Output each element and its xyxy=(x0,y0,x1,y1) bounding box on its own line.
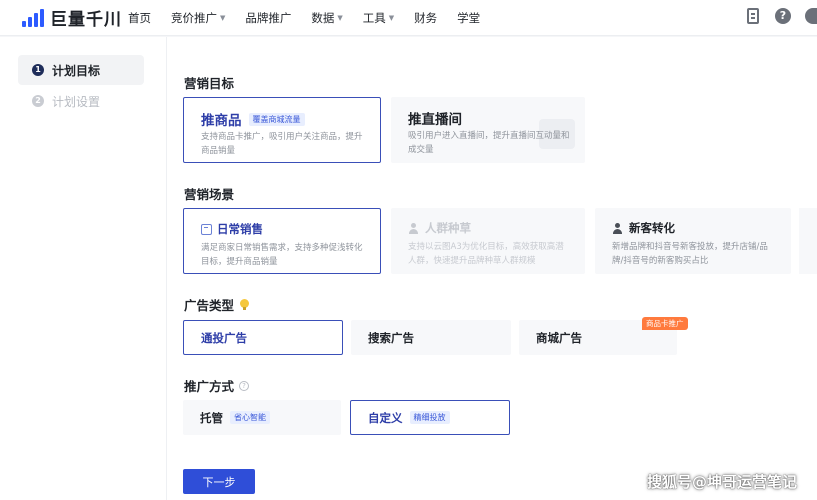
brand-logo[interactable]: 巨量千川 xyxy=(22,5,128,30)
scene-option-audience-seeding: 人群种草 支持以云图A3为优化目标，高效获取高潜人群，快速提升品牌种草人群规模 xyxy=(391,208,585,274)
nav-item-data[interactable]: 数据 ▼ xyxy=(311,10,342,26)
product-card-promo-badge: 商品卡推广 xyxy=(642,317,688,330)
option-description: 支持商品卡推广，吸引用户关注商品，提升商品销量 xyxy=(201,132,363,156)
nav-item-bidding[interactable]: 竞价推广 ▼ xyxy=(171,10,225,26)
goal-option-promote-live-room[interactable]: 推直播间 吸引用户进入直播间，提升直播间互动量和成交量 xyxy=(391,97,585,163)
step-plan-settings[interactable]: 2 计划设置 xyxy=(18,86,144,116)
logo-text: 巨量千川 xyxy=(50,10,122,30)
caret-down-icon: ▼ xyxy=(388,13,395,22)
calendar-icon xyxy=(201,223,212,235)
caret-down-icon: ▼ xyxy=(337,13,343,22)
option-tag: 精细投放 xyxy=(409,411,450,424)
option-title: 推商品 xyxy=(201,113,242,129)
next-scene-card-peek xyxy=(799,208,817,274)
nav-item-brand[interactable]: 品牌推广 xyxy=(245,10,291,26)
main-panel: 营销目标 推商品 覆盖商城流量 支持商品卡推广，吸引用户关注商品，提升商品销量 推… xyxy=(166,37,817,500)
nav-item-home[interactable]: 首页 xyxy=(128,10,151,26)
help-icon[interactable]: ? xyxy=(775,8,791,24)
step-number-badge: 1 xyxy=(32,64,44,76)
scene-option-daily-sales[interactable]: 日常销售 满足商家日常销售需求，支持多种促浅转化目标，提升商品销量 xyxy=(183,208,381,274)
scene-option-new-customer-conversion[interactable]: 新客转化 新增品牌和抖音号新客投放，提升店铺/品牌/抖音号的新客购买占比 xyxy=(595,208,791,274)
document-icon[interactable] xyxy=(747,8,759,24)
option-label: 托管 xyxy=(200,410,223,425)
step-plan-goal[interactable]: 1 计划目标 xyxy=(18,55,144,85)
option-label: 通投广告 xyxy=(201,330,247,345)
nav-item-academy[interactable]: 学堂 xyxy=(457,10,480,26)
step-number-badge: 2 xyxy=(32,95,44,107)
caret-down-icon: ▼ xyxy=(220,13,226,22)
option-title: 推直播间 xyxy=(408,112,462,128)
nav-item-finance[interactable]: 财务 xyxy=(414,10,437,26)
step-label: 计划设置 xyxy=(52,94,101,109)
option-description: 支持以云图A3为优化目标，高效获取高潜人群，快速提升品牌种草人群规模 xyxy=(408,242,564,266)
option-description: 新增品牌和抖音号新客投放，提升店铺/品牌/抖音号的新客购买占比 xyxy=(612,242,768,266)
option-title: 日常销售 xyxy=(217,222,263,236)
bar-chart-logo-icon xyxy=(22,8,44,27)
promo-method-managed[interactable]: 托管 省心智能 xyxy=(183,400,341,435)
option-label: 商城广告 xyxy=(536,330,582,345)
option-tag: 覆盖商城流量 xyxy=(248,112,305,126)
avatar-icon[interactable] xyxy=(805,8,817,24)
top-navigation-bar: 巨量千川 首页 竞价推广 ▼ 品牌推广 数据 ▼ 工具 ▼ 财务 学堂 ? xyxy=(0,0,817,36)
option-label: 自定义 xyxy=(368,410,403,425)
ad-type-search-ads[interactable]: 搜索广告 xyxy=(351,320,511,355)
nav-item-tools[interactable]: 工具 ▼ xyxy=(363,10,394,26)
section-title-promo-method: 推广方式? xyxy=(184,376,250,395)
option-description: 满足商家日常销售需求，支持多种促浅转化目标，提升商品销量 xyxy=(201,243,363,267)
section-title-marketing-scene: 营销场景 xyxy=(184,187,235,202)
option-tag: 省心智能 xyxy=(230,411,270,424)
section-title-marketing-goal: 营销目标 xyxy=(184,76,235,91)
step-sidebar: 1 计划目标 2 计划设置 xyxy=(0,37,166,500)
option-description: 吸引用户进入直播间，提升直播间互动量和成交量 xyxy=(408,131,570,155)
main-nav: 首页 竞价推广 ▼ 品牌推广 数据 ▼ 工具 ▼ 财务 学堂 xyxy=(128,10,500,26)
section-title-ad-type: 广告类型 xyxy=(184,295,250,314)
watermark-text: 搜狐号@坤哥运营笔记 xyxy=(646,473,797,491)
goal-option-promote-product[interactable]: 推商品 覆盖商城流量 支持商品卡推广，吸引用户关注商品，提升商品销量 xyxy=(183,97,381,163)
option-label: 搜索广告 xyxy=(368,330,414,345)
ad-type-general-ads[interactable]: 通投广告 xyxy=(183,320,343,355)
person-icon xyxy=(612,222,623,234)
step-label: 计划目标 xyxy=(52,63,101,78)
help-circle-icon[interactable]: ? xyxy=(239,380,250,391)
person-icon xyxy=(408,222,419,234)
option-title: 新客转化 xyxy=(629,221,675,235)
option-title: 人群种草 xyxy=(425,221,471,235)
next-step-button[interactable]: 下一步 xyxy=(183,469,255,494)
header-actions: ? xyxy=(747,8,817,24)
lightbulb-icon xyxy=(240,299,250,310)
promo-method-custom[interactable]: 自定义 精细投放 xyxy=(350,400,510,435)
